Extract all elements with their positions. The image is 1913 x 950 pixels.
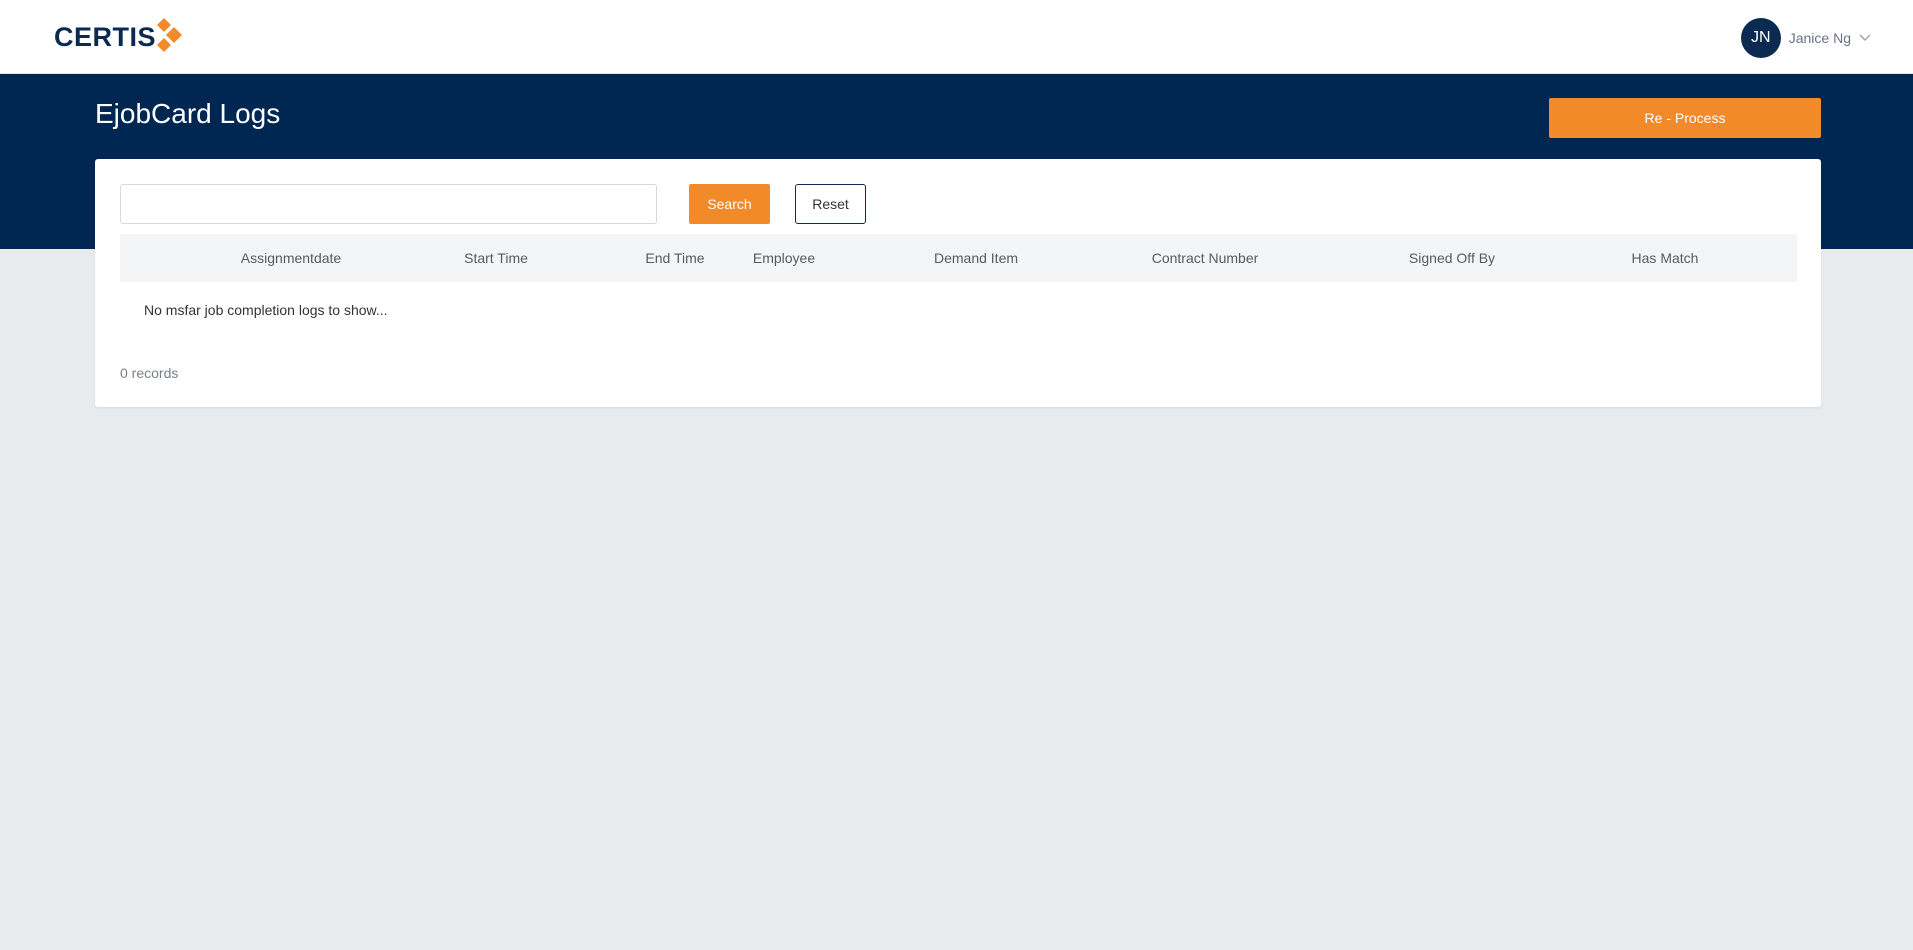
avatar[interactable]: JN — [1740, 18, 1781, 58]
certis-diamond-logo-icon — [157, 17, 183, 57]
reset-button[interactable]: Reset — [795, 184, 866, 224]
re-process-button[interactable]: Re - Process — [1549, 98, 1821, 138]
top-navbar: CERTIS JN Janice Ng — [0, 0, 1913, 74]
certis-logo[interactable]: CERTIS — [54, 17, 183, 57]
records-count: 0 records — [120, 365, 179, 381]
search-input[interactable] — [120, 184, 657, 224]
column-header-has-match[interactable]: Has Match — [1632, 234, 1699, 282]
page-title: EjobCard Logs — [95, 98, 281, 129]
column-header-contract-number[interactable]: Contract Number — [1152, 234, 1259, 282]
logo-text: CERTIS — [54, 21, 157, 52]
column-header-demand-item[interactable]: Demand Item — [934, 234, 1018, 282]
table-header: Assignmentdate Start Time End Time Emplo… — [120, 234, 1797, 282]
user-name[interactable]: Janice Ng — [1789, 30, 1851, 46]
column-header-signed-off-by[interactable]: Signed Off By — [1409, 234, 1495, 282]
column-header-employee[interactable]: Employee — [753, 234, 815, 282]
user-menu[interactable]: JN Janice Ng — [1740, 18, 1871, 58]
chevron-down-icon[interactable] — [1859, 29, 1871, 47]
empty-table-message: No msfar job completion logs to show... — [144, 302, 388, 318]
column-header-end-time[interactable]: End Time — [645, 234, 704, 282]
column-header-assignmentdate[interactable]: Assignmentdate — [241, 234, 341, 282]
column-header-start-time[interactable]: Start Time — [464, 234, 528, 282]
search-button[interactable]: Search — [689, 184, 770, 224]
logs-card: Search Reset Assignmentdate Start Time E… — [95, 159, 1821, 407]
